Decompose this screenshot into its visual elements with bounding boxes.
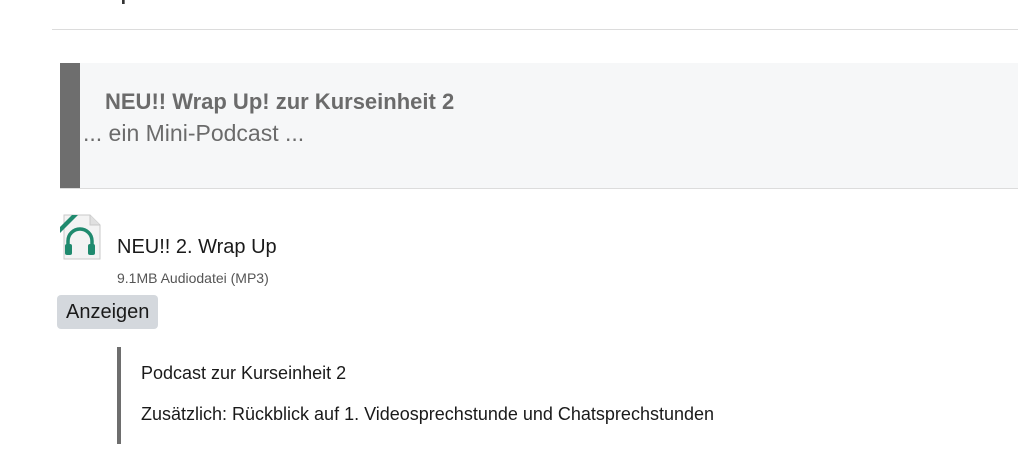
- section-title: NEU!! Wrap Up! zur Kurseinheit 2: [105, 89, 455, 114]
- description-line: Zusätzlich: Rückblick auf 1. Videosprech…: [141, 404, 715, 424]
- resource-link-name[interactable]: NEU!! 2. Wrap Up: [117, 236, 277, 259]
- show-button[interactable]: Anzeigen: [57, 295, 159, 329]
- section-summary-box: NEU!! Wrap Up! zur Kurseinheit 2 ... ein…: [60, 63, 1018, 189]
- page: p NEU!! Wrap Up! zur Kurseinheit 2 ... e…: [0, 0, 1018, 466]
- section-accent-bar: [60, 63, 80, 188]
- resource-description: Podcast zur Kurseinheit 2 Zusätzlich: Rü…: [117, 347, 997, 444]
- page-heading-fragment: p: [120, 0, 137, 6]
- description-line: Podcast zur Kurseinheit 2: [141, 363, 347, 383]
- section-subtitle: ... ein Mini-Podcast ...: [83, 120, 305, 146]
- audio-headphones-icon[interactable]: [58, 213, 102, 261]
- resource-file-details: 9.1MB Audiodatei (MP3): [117, 270, 269, 286]
- top-divider: [52, 29, 1018, 30]
